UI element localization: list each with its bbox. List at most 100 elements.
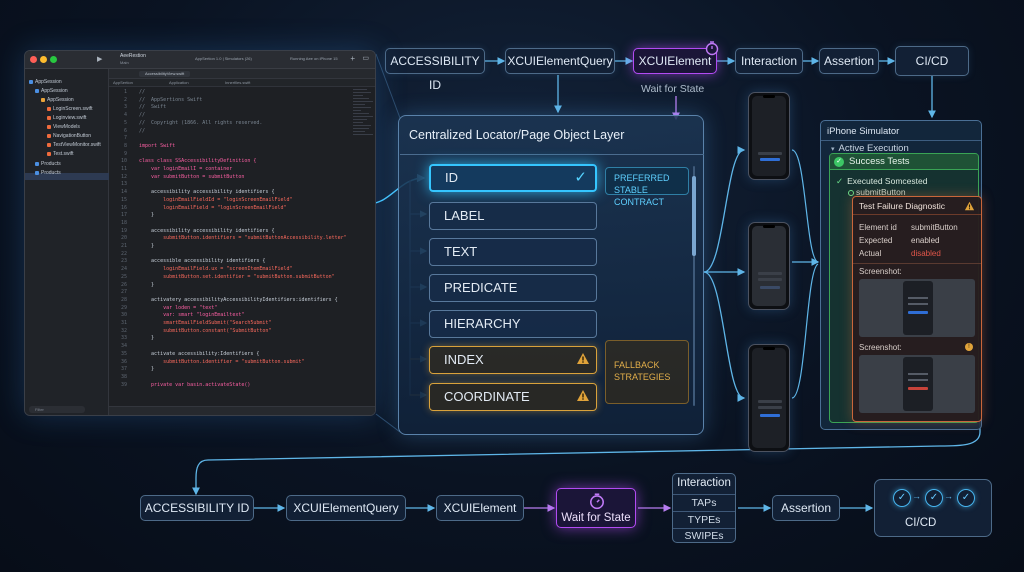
code-line[interactable]: accessibility accessibility identifiers … (139, 228, 274, 236)
code-line[interactable]: class class SSAccessibilityDefinition { (139, 158, 256, 166)
code-line[interactable]: accessibility accessibility identifiers … (139, 189, 274, 197)
navigator-item[interactable]: LoginScreen.swift (47, 106, 92, 112)
editor-status-bar (109, 406, 375, 415)
code-line[interactable]: accessible accessibility identifiers { (139, 258, 265, 266)
swift-file-icon (47, 115, 51, 120)
code-line[interactable]: // Copyright (1866. All rights reserved. (139, 120, 262, 128)
code-line[interactable]: // AppSertions Swift (139, 97, 202, 105)
inspector-icon[interactable]: ▭ (362, 54, 369, 62)
line-number: 9 (123, 150, 127, 157)
locator-hierarchy[interactable]: HIERARCHY (429, 310, 597, 338)
taps-item: TAPs (691, 497, 717, 509)
swift-file-icon (47, 142, 51, 147)
navigator-item[interactable]: Products (35, 170, 61, 176)
code-line[interactable]: // Swift (139, 104, 166, 112)
code-line[interactable]: loginEmailField.ux = "screenItemEmailFie… (139, 266, 292, 274)
navigator-item[interactable]: AppSession (41, 97, 74, 103)
divider (673, 494, 735, 495)
breadcrumb-item[interactable]: AppSertion (113, 80, 133, 85)
code-line[interactable]: var loden = "text" (139, 305, 217, 313)
breadcrumb-item[interactable]: Application (169, 80, 189, 85)
navigator-item[interactable]: AppSession (29, 79, 62, 85)
check-circle-icon: ✓ (957, 489, 975, 507)
pipeline-interaction: Interaction (735, 48, 803, 74)
locator-layer-panel: Centralized Locator/Page Object Layer ID… (398, 115, 704, 435)
locator-predicate[interactable]: PREDICATE (429, 274, 597, 302)
failure-screenshot-2[interactable] (859, 355, 975, 413)
code-line[interactable]: } (139, 335, 154, 343)
code-editor: AccessibilityView.swift AppSertion Appli… (109, 69, 375, 415)
navigator-item[interactable]: ViewModels (47, 124, 80, 130)
warning-icon (577, 353, 589, 364)
locator-index[interactable]: INDEX (429, 346, 597, 374)
code-line[interactable]: private var basin.activateState() (139, 382, 250, 390)
navigator-item[interactable]: Test.swift (47, 151, 74, 157)
line-number: 38 (120, 373, 127, 380)
navigator-item[interactable]: Products (35, 161, 61, 167)
zoom-window-button[interactable] (50, 56, 57, 63)
pipeline-assertion: Assertion (819, 48, 879, 74)
scrollbar-thumb[interactable] (692, 176, 696, 256)
code-line[interactable]: // (139, 128, 145, 136)
code-line[interactable]: submitButton.set.identifier = "submitBut… (139, 274, 335, 282)
divider (673, 528, 735, 529)
navigator-filter-field[interactable]: Filter (29, 406, 85, 413)
divider (400, 154, 704, 155)
code-line[interactable]: var submitButton = submitButton (139, 174, 244, 182)
minimize-window-button[interactable] (40, 56, 47, 63)
navigator-item[interactable]: AppSession (35, 88, 68, 94)
line-number: 37 (120, 366, 127, 373)
code-line[interactable]: import Swift (139, 143, 175, 151)
code-line[interactable]: var: smart "loginEmailtext" (139, 312, 244, 320)
line-number: 23 (120, 258, 127, 265)
timer-icon (705, 41, 719, 56)
locator-text[interactable]: TEXT (429, 238, 597, 266)
code-line[interactable]: var loginEmailI = container (139, 166, 232, 174)
folder-icon (35, 88, 39, 93)
editor-tab[interactable]: AccessibilityView.swift (139, 71, 191, 77)
success-tests-header[interactable]: ✓ Success Tests (830, 154, 978, 170)
test-failure-diagnostic-panel: Test Failure Diagnostic Element id submit… (852, 196, 982, 422)
code-line[interactable]: submitButton.constant("SubmitButton" (139, 328, 271, 336)
code-line[interactable]: // (139, 112, 145, 120)
checkmark-icon: ✓ (574, 169, 587, 186)
navigator-item[interactable]: Loginview.swift (47, 115, 86, 121)
line-number: 15 (120, 196, 127, 203)
code-line[interactable]: } (139, 243, 154, 251)
screenshot-label: Screenshot: (859, 267, 902, 276)
locator-layer-title: Centralized Locator/Page Object Layer (409, 128, 625, 142)
code-line[interactable]: // (139, 89, 145, 97)
code-line[interactable]: loginEmailFieldId = "loginScreenEmailFie… (139, 197, 292, 205)
executed-test-row: ✓ Executed Somcested (836, 176, 928, 186)
bottom-xcuielement: XCUIElement (436, 495, 524, 521)
close-window-button[interactable] (30, 56, 37, 63)
code-minimap[interactable] (353, 89, 375, 209)
run-icon[interactable]: ▶ (97, 55, 102, 63)
line-number: 12 (120, 173, 127, 180)
navigator-item[interactable]: TestViewMonitor.swift (47, 142, 101, 148)
locator-id[interactable]: ID ✓ (429, 164, 597, 192)
navigator-item[interactable]: NavigationButton (47, 133, 91, 139)
code-line[interactable]: } (139, 212, 154, 220)
line-number: 14 (120, 189, 127, 196)
code-line[interactable]: } (139, 282, 154, 290)
code-line[interactable]: submitButton.identifiers = "submitButton… (139, 235, 347, 243)
code-line[interactable]: activate accessibility:Identifiers { (139, 351, 259, 359)
locator-label[interactable]: LABEL (429, 202, 597, 230)
line-number: 4 (123, 112, 127, 119)
code-line[interactable]: smartEmailFieldSubmit("Search5ubmit" (139, 320, 271, 328)
scheme-selector[interactable]: AppSertion 1.0 | Simulators (26) (195, 56, 252, 61)
code-line[interactable]: submitButton.identifier = "submitButton.… (139, 359, 305, 367)
checkmark-icon: ✓ (836, 176, 844, 186)
bottom-assertion: Assertion (772, 495, 840, 521)
code-line[interactable]: activatery accessibilityAccessibilityIde… (139, 297, 338, 305)
failure-screenshot-1[interactable] (859, 279, 975, 337)
code-line[interactable]: loginEmailField = "loginScreenEmailField… (139, 205, 286, 213)
locator-coordinate[interactable]: COORDINATE (429, 383, 597, 411)
breadcrumb-item[interactable]: Innerfiles.swift (225, 80, 250, 85)
add-icon[interactable]: + (350, 54, 355, 63)
types-item: TYPEs (687, 514, 721, 526)
status-dot-icon (848, 189, 854, 196)
line-number: 25 (120, 273, 127, 280)
code-line[interactable]: } (139, 366, 154, 374)
